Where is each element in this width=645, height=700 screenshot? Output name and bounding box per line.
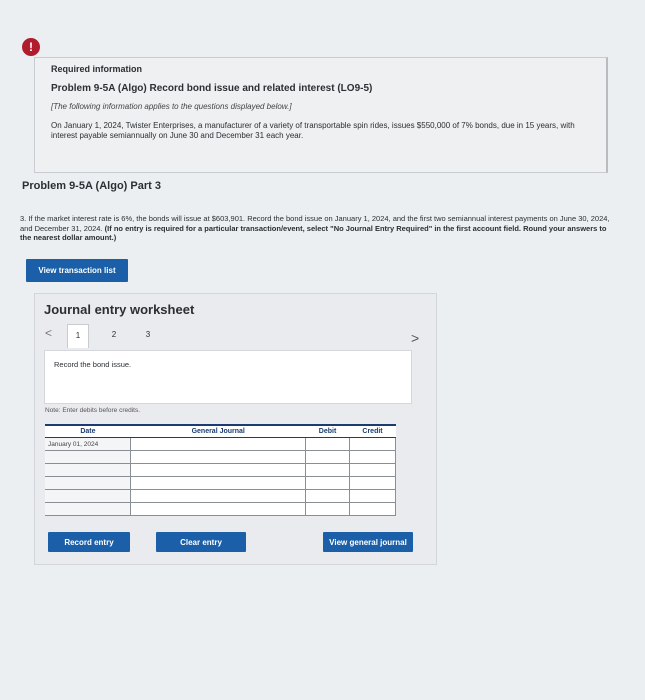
worksheet-title: Journal entry worksheet	[44, 302, 195, 317]
table-row	[45, 489, 396, 503]
debit-input[interactable]	[305, 437, 351, 451]
entry-description: Record the bond issue.	[54, 360, 132, 369]
record-entry-button[interactable]: Record entry	[48, 532, 130, 552]
alert-icon: !	[22, 38, 40, 56]
date-cell	[45, 450, 132, 464]
entry-description-box: Record the bond issue.	[44, 350, 412, 404]
credit-input[interactable]	[349, 502, 396, 516]
view-general-journal-button[interactable]: View general journal	[323, 532, 413, 552]
credit-input[interactable]	[349, 450, 396, 464]
next-arrow-icon[interactable]: >	[411, 330, 419, 346]
tab-1[interactable]: 1	[67, 324, 89, 348]
journal-table: Date General Journal Debit Credit Januar…	[45, 424, 396, 516]
question-text: 3. If the market interest rate is 6%, th…	[20, 214, 610, 243]
date-cell	[45, 463, 132, 477]
credit-input[interactable]	[349, 463, 396, 477]
info-heading: Required information	[51, 64, 143, 74]
date-cell	[45, 476, 132, 490]
view-transaction-list-button[interactable]: View transaction list	[26, 259, 128, 282]
debit-input[interactable]	[305, 463, 351, 477]
info-body: On January 1, 2024, Twister Enterprises,…	[51, 121, 575, 140]
required-information-box: Required information Problem 9-5A (Algo)…	[34, 57, 608, 173]
question-instructions: (If no entry is required for a particula…	[20, 223, 607, 243]
debit-input[interactable]	[305, 502, 351, 516]
account-input[interactable]	[130, 450, 307, 464]
credit-input[interactable]	[349, 476, 396, 490]
table-row: January 01, 2024	[45, 437, 396, 451]
column-header-debit: Debit	[305, 424, 350, 438]
column-header-general-journal: General Journal	[130, 424, 306, 438]
clear-entry-button[interactable]: Clear entry	[156, 532, 246, 552]
account-input[interactable]	[130, 502, 307, 516]
account-input[interactable]	[130, 489, 307, 503]
credit-input[interactable]	[349, 437, 396, 451]
table-row	[45, 463, 396, 477]
table-row	[45, 502, 396, 516]
part-title: Problem 9-5A (Algo) Part 3	[22, 180, 161, 192]
date-cell	[45, 489, 132, 503]
debit-input[interactable]	[305, 450, 351, 464]
debit-credit-note: Note: Enter debits before credits.	[45, 407, 141, 414]
column-header-date: Date	[45, 424, 131, 438]
info-note: [The following information applies to th…	[51, 102, 292, 111]
account-input[interactable]	[130, 437, 307, 451]
debit-input[interactable]	[305, 476, 351, 490]
debit-input[interactable]	[305, 489, 351, 503]
date-cell	[45, 502, 132, 516]
prev-arrow-icon[interactable]: <	[45, 326, 52, 340]
tab-2[interactable]: 2	[103, 324, 125, 346]
account-input[interactable]	[130, 476, 307, 490]
problem-title: Problem 9-5A (Algo) Record bond issue an…	[51, 83, 373, 94]
column-header-credit: Credit	[349, 424, 396, 438]
table-row	[45, 450, 396, 464]
tab-3[interactable]: 3	[137, 324, 159, 346]
date-cell: January 01, 2024	[45, 437, 132, 451]
worksheet-tabs: < 1 2 3	[41, 324, 421, 348]
credit-input[interactable]	[349, 489, 396, 503]
journal-entry-worksheet: Journal entry worksheet < 1 2 3 Record t…	[34, 293, 437, 565]
table-row	[45, 476, 396, 490]
account-input[interactable]	[130, 463, 307, 477]
